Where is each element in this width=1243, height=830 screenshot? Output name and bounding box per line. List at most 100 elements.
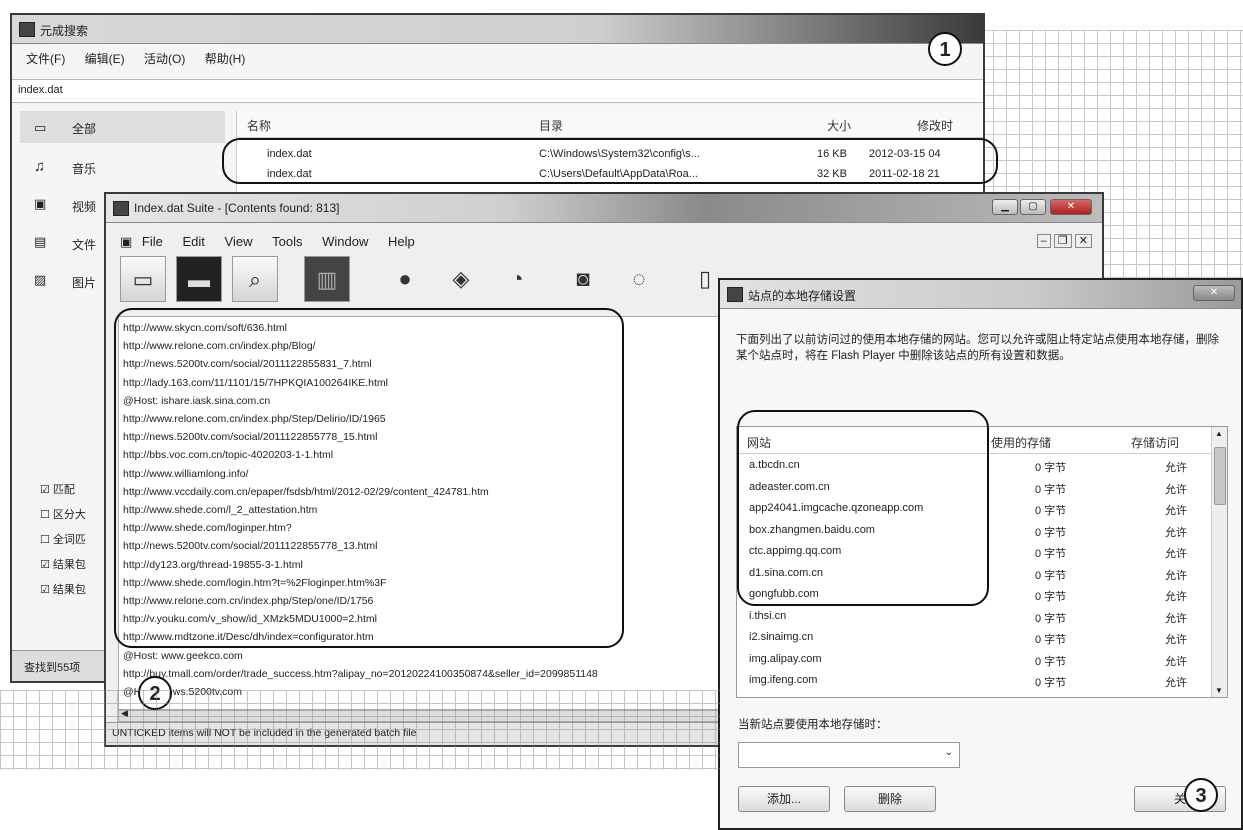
scroll-down-icon[interactable]: ▼ xyxy=(1215,686,1223,695)
checkbox-include-2[interactable]: ☑ 结果包 xyxy=(40,581,86,606)
list-item[interactable]: http://buy.tmall.com/order/trade_success… xyxy=(123,665,598,683)
cell-used: 0 字节 xyxy=(1035,655,1067,668)
window-icon[interactable]: ▭ xyxy=(120,256,166,302)
search-window-titlebar: 元成搜索 xyxy=(12,15,983,44)
menu-view[interactable]: View xyxy=(225,234,253,249)
checkbox-match[interactable]: ☑ 匹配 xyxy=(40,481,86,506)
table-row[interactable]: i2.sinaimg.cn 0 字节 允许 xyxy=(737,627,1211,649)
cell-site: img.alipay.com xyxy=(749,652,822,665)
mdi-minimize-icon[interactable]: – xyxy=(1036,234,1051,248)
search-input[interactable]: index.dat xyxy=(12,79,983,103)
mdi-close-icon[interactable]: ✕ xyxy=(1074,234,1092,248)
disk-icon[interactable]: ◈ xyxy=(438,256,484,302)
highlight-oval-sites xyxy=(737,410,989,606)
sidebar-item-label: 全部 xyxy=(72,122,97,136)
column-access[interactable]: 存储访问 xyxy=(1131,434,1179,451)
vertical-scrollbar[interactable]: ▲ ▼ xyxy=(1211,427,1227,697)
table-row[interactable]: img.alipay.com 0 字节 允许 xyxy=(737,649,1211,671)
column-name[interactable]: 名称 xyxy=(247,117,271,134)
sidebar-item-label: 视频 xyxy=(72,200,97,214)
picture-icon: ▨ xyxy=(34,272,47,287)
checkbox-label: 结果包 xyxy=(52,584,86,596)
cell-used: 0 字节 xyxy=(1035,526,1067,539)
remove-button[interactable]: 删除 xyxy=(844,786,936,812)
column-modified[interactable]: 修改时 xyxy=(917,117,953,134)
menu-edit[interactable]: 编辑(E) xyxy=(85,50,125,67)
minimize-button[interactable]: ▁ xyxy=(992,199,1018,215)
cell-access: 允许 xyxy=(1165,655,1187,668)
cell-access: 允许 xyxy=(1165,677,1187,689)
search-icon[interactable]: ⌕ xyxy=(232,256,278,302)
dialog-close-button[interactable]: ✕ xyxy=(1193,285,1235,301)
page-icon[interactable]: ◙ xyxy=(560,256,606,302)
all-icon: ▭ xyxy=(34,120,47,135)
suite-menu-icon: ▣ xyxy=(120,234,133,249)
console-icon[interactable]: ▬ xyxy=(176,256,222,302)
status-text: 查找到55项 xyxy=(24,662,81,674)
cell-used: 0 字节 xyxy=(1035,677,1067,689)
menu-help[interactable]: Help xyxy=(388,234,415,249)
mdi-restore-icon[interactable]: ❐ xyxy=(1053,234,1072,248)
checkbox-include-1[interactable]: ☑ 结果包 xyxy=(40,556,86,581)
cell-access: 允许 xyxy=(1165,612,1187,625)
option-checkboxes: ☑ 匹配 ☐ 区分大 ☐ 全词匹 ☑ 结果包 ☑ 结果包 xyxy=(40,481,86,606)
menu-file[interactable]: 文件(F) xyxy=(26,50,65,67)
list-item[interactable]: @Host: www.geekco.com xyxy=(123,647,598,665)
menu-help[interactable]: 帮助(H) xyxy=(205,50,246,67)
suite-title: Index.dat Suite - [Contents found: 813] xyxy=(134,201,340,215)
export-icon[interactable]: ◌ xyxy=(616,256,662,302)
cell-access: 允许 xyxy=(1165,591,1187,603)
checkbox-label: 区分大 xyxy=(52,509,86,521)
mdi-controls: – ❐ ✕ xyxy=(1036,234,1092,248)
table-row[interactable]: i.thsi.cn 0 字节 允许 xyxy=(737,606,1211,628)
menu-edit[interactable]: Edit xyxy=(183,234,205,249)
dialog-icon xyxy=(727,287,743,302)
close-button[interactable]: ✕ xyxy=(1050,199,1092,215)
table-row[interactable]: img.ifeng.com 0 字节 允许 xyxy=(737,670,1211,692)
checkbox-label: 结果包 xyxy=(52,559,86,571)
scroll-thumb[interactable] xyxy=(1214,447,1226,505)
dialog-titlebar: 站点的本地存储设置 ✕ xyxy=(720,280,1241,309)
music-icon: ♫ xyxy=(34,158,46,175)
checkbox-case[interactable]: ☐ 区分大 xyxy=(40,506,86,531)
callout-badge-1: 1 xyxy=(928,32,962,66)
cell-used: 0 字节 xyxy=(1035,505,1067,517)
cell-used: 0 字节 xyxy=(1035,548,1067,560)
checkbox-label: 全词匹 xyxy=(52,534,86,546)
menu-tools[interactable]: Tools xyxy=(272,234,302,249)
maximize-button[interactable]: ▢ xyxy=(1020,199,1046,215)
column-used[interactable]: 使用的存储 xyxy=(991,434,1051,451)
menu-actions[interactable]: 活动(O) xyxy=(144,50,185,67)
new-site-policy-select[interactable]: ⌄ xyxy=(738,742,960,768)
highlight-oval-urls xyxy=(114,308,624,648)
cell-access: 允许 xyxy=(1165,505,1187,517)
cell-access: 允许 xyxy=(1165,526,1187,539)
sidebar-item-label: 图片 xyxy=(72,276,97,290)
grid-overlay xyxy=(0,690,720,770)
pin-icon[interactable]: ● xyxy=(382,256,428,302)
cell-access: 允许 xyxy=(1165,569,1187,582)
suite-menubar: ▣ File Edit View Tools Window Help xyxy=(120,234,1102,250)
book-icon[interactable]: ▥ xyxy=(304,256,350,302)
callout-badge-3: 3 xyxy=(1184,778,1218,812)
add-button[interactable]: 添加... xyxy=(738,786,830,812)
scroll-up-icon[interactable]: ▲ xyxy=(1215,429,1223,438)
sidebar-item-music[interactable]: ♫ 音乐 xyxy=(20,151,225,183)
cell-used: 0 字节 xyxy=(1035,462,1067,474)
menu-window[interactable]: Window xyxy=(322,234,368,249)
cell-access: 允许 xyxy=(1165,483,1187,496)
search-menubar: 文件(F) 编辑(E) 活动(O) 帮助(H) xyxy=(26,50,983,67)
cell-site: i2.sinaimg.cn xyxy=(749,631,814,643)
suite-app-icon xyxy=(113,201,129,216)
column-size[interactable]: 大小 xyxy=(827,117,851,134)
app-icon xyxy=(19,22,35,37)
menu-file[interactable]: File xyxy=(142,234,163,249)
checkbox-label: 匹配 xyxy=(52,484,75,496)
checkbox-whole-word[interactable]: ☐ 全词匹 xyxy=(40,531,86,556)
cell-used: 0 字节 xyxy=(1035,634,1067,646)
column-dir[interactable]: 目录 xyxy=(539,117,563,134)
new-site-prompt: 当新站点要使用本地存储时： xyxy=(738,719,888,731)
sidebar-item-all[interactable]: ▭ 全部 xyxy=(20,111,225,143)
globe-icon[interactable]: ◔ xyxy=(494,256,540,302)
search-input-value: index.dat xyxy=(18,84,63,96)
